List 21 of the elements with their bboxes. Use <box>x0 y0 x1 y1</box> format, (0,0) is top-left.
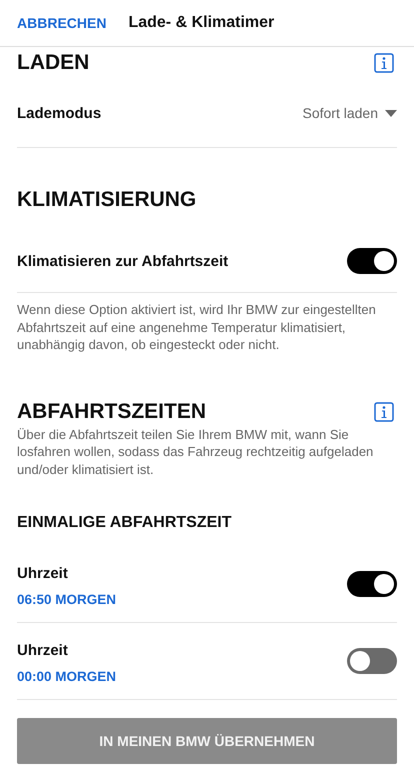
info-icon[interactable] <box>374 53 394 73</box>
screen-title: Lade- & Klimatimer <box>128 14 274 32</box>
section-heading: KLIMATISIERUNG <box>17 188 198 212</box>
description-text: Wenn diese Option aktiviert ist, wird Ihr BMW zur eingestellten Abfahrtszeit auf eine angenehme Temperatur klimatisiert, unabhängig davon, ob eingesteckt oder nicht. <box>17 292 397 354</box>
setting-label: Lademodus <box>17 104 102 122</box>
toggle-switch[interactable] <box>347 648 397 674</box>
description-text: Über die Abfahrtszeit teilen Sie Ihrem BMW mit, wann Sie losfahren wollen, sodass das Fahrzeug rechtzeitig aufgeladen und/oder klimatisiert ist. <box>17 426 374 478</box>
time-link[interactable]: 06:50 MORGEN <box>17 592 116 607</box>
section-heading: ABFAHRTSZEITEN <box>17 400 206 424</box>
subsection-heading: EINMALIGE ABFAHRTSZEIT <box>17 514 233 532</box>
setting-label: Uhrzeit <box>17 642 69 659</box>
time-link[interactable]: 00:00 MORGEN <box>17 669 116 684</box>
toggle-switch[interactable] <box>347 571 397 597</box>
setting-label: Uhrzeit <box>17 565 69 582</box>
setting-label: Klimatisieren zur Abfahrtszeit <box>17 252 228 270</box>
section-heading: LADEN <box>17 51 90 75</box>
toggle-switch[interactable] <box>347 248 397 274</box>
caret-icon <box>385 110 397 116</box>
cancel-button[interactable]: ABBRECHEN <box>17 15 106 31</box>
mode-dropdown[interactable]: Sofort laden <box>302 105 397 121</box>
info-icon[interactable] <box>374 402 394 422</box>
